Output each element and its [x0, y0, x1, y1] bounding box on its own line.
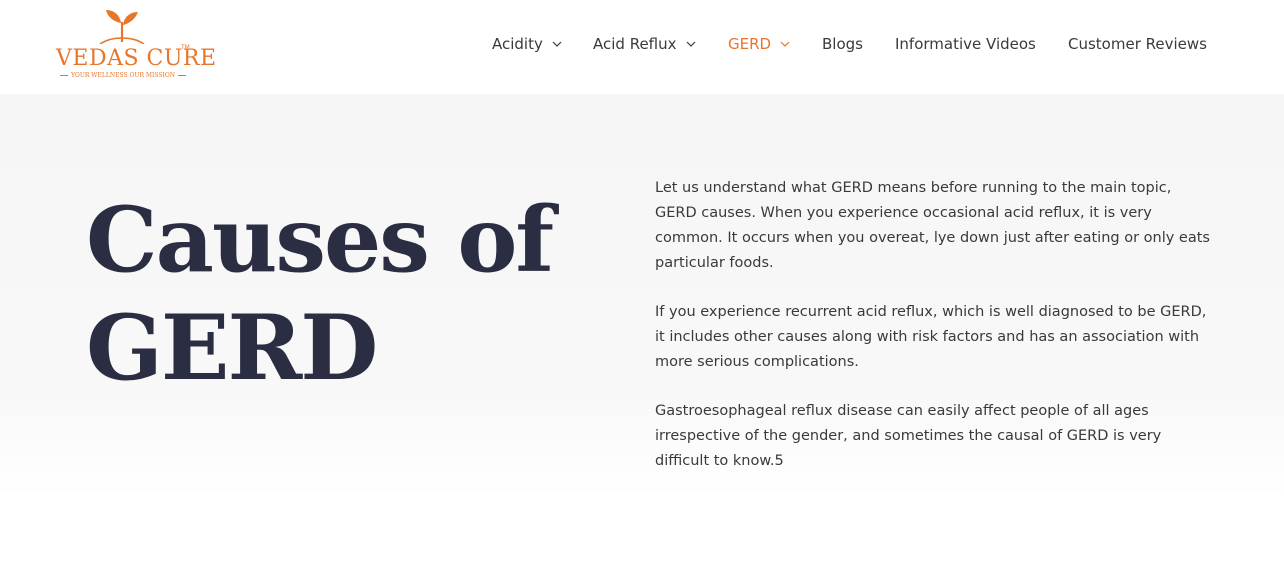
- hero-section: Causes of GERD Let us understand what GE…: [0, 94, 1284, 586]
- nav-item-label: Informative Videos: [895, 35, 1036, 53]
- intro-content: Let us understand what GERD means before…: [655, 176, 1215, 498]
- main-nav: Acidity Acid Reflux GERD Blogs Informati…: [0, 32, 1284, 56]
- nav-item-acid-reflux[interactable]: Acid Reflux: [593, 32, 696, 56]
- intro-paragraph: Let us understand what GERD means before…: [655, 180, 1210, 271]
- intro-paragraph: If you experience recurrent acid reflux,…: [655, 304, 1207, 370]
- intro-paragraph: Gastroesophageal reflux disease can easi…: [655, 403, 1162, 469]
- nav-item-label: Acidity: [492, 35, 543, 53]
- nav-item-label: Blogs: [822, 35, 863, 53]
- nav-item-acidity[interactable]: Acidity: [492, 32, 562, 56]
- site-header: VEDAS CURE TM YOUR WELLNESS OUR MISSION …: [0, 0, 1284, 94]
- page-title-line-2: GERD: [86, 295, 378, 401]
- nav-item-label: Customer Reviews: [1068, 35, 1207, 53]
- chevron-down-icon: [552, 41, 562, 47]
- nav-item-gerd[interactable]: GERD: [728, 32, 790, 56]
- chevron-down-icon: [780, 41, 790, 47]
- nav-item-customer-reviews[interactable]: Customer Reviews: [1068, 32, 1207, 56]
- chevron-down-icon: [686, 41, 695, 47]
- brand-tagline: YOUR WELLNESS OUR MISSION: [54, 72, 192, 79]
- nav-item-label: Acid Reflux: [593, 35, 677, 53]
- page-title-line-1: Causes of: [86, 187, 554, 293]
- nav-item-blogs[interactable]: Blogs: [822, 32, 863, 56]
- nav-item-label: GERD: [728, 35, 772, 53]
- nav-item-informative-videos[interactable]: Informative Videos: [895, 32, 1036, 56]
- page-title: Causes of GERD: [86, 186, 606, 402]
